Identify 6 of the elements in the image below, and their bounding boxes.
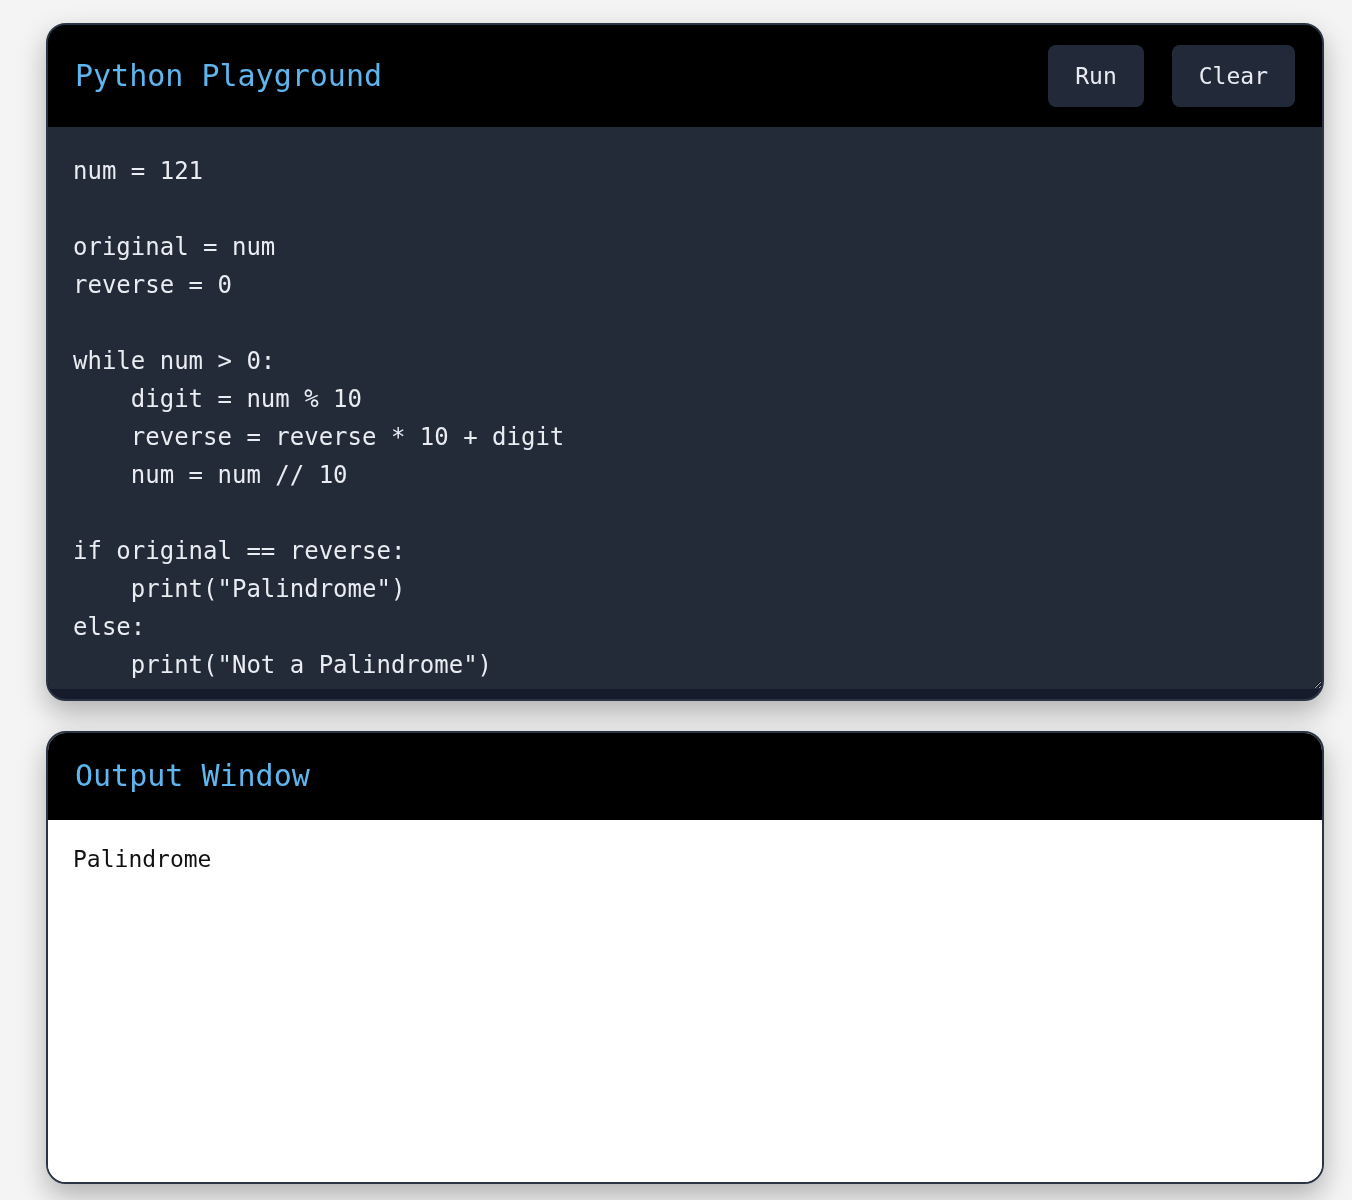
run-button[interactable]: Run (1048, 45, 1144, 107)
output-title: Output Window (75, 757, 310, 795)
code-editor[interactable]: num = 121 original = num reverse = 0 while num > 0: digit = num % 10 reverse = reverse * 10 + digit num = num // 10 if original == reverse: print("Palindrome") else: print("Not a Palindrome") (48, 127, 1322, 689)
app-title: Python Playground (75, 57, 383, 95)
output-text: Palindrome (73, 845, 212, 874)
clear-button[interactable]: Clear (1171, 45, 1295, 107)
